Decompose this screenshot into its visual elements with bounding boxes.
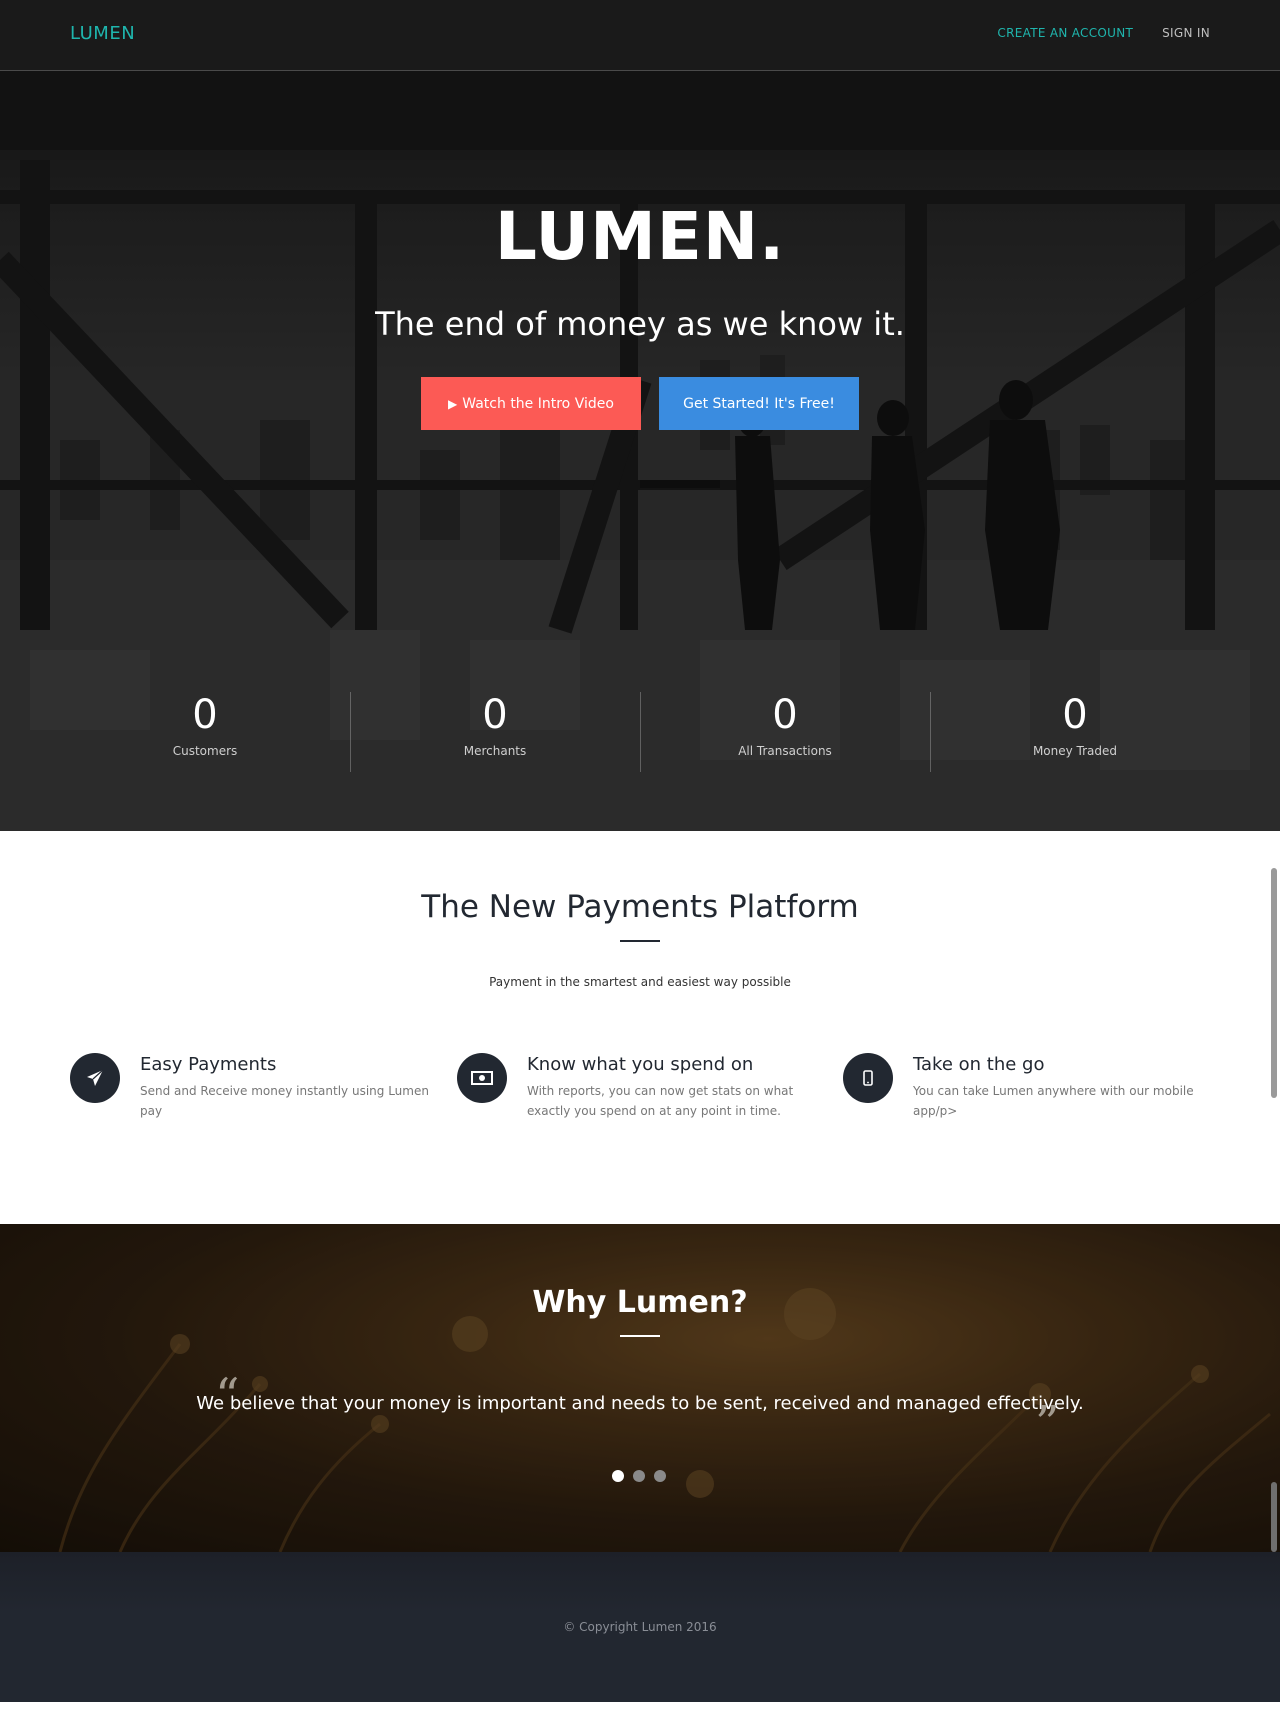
footer: © Copyright Lumen 2016	[0, 1552, 1280, 1702]
stat-value: 0	[482, 692, 508, 738]
hero-buttons: ▶ Watch the Intro Video Get Started! It'…	[421, 377, 859, 430]
close-quote-icon: ”	[1035, 1396, 1060, 1452]
features-title: The New Payments Platform	[421, 889, 859, 925]
title-divider	[620, 940, 660, 942]
feature-description: Send and Receive money instantly using L…	[140, 1084, 429, 1118]
stat-value: 0	[192, 692, 218, 738]
logo[interactable]: LUMEN	[70, 23, 135, 44]
page-scrollbar[interactable]	[1271, 868, 1277, 1098]
mobile-icon	[843, 1053, 893, 1103]
copyright-text: © Copyright Lumen 2016	[563, 1620, 717, 1634]
hero-subtitle: The end of money as we know it.	[375, 305, 905, 343]
carousel-dots	[612, 1470, 666, 1482]
testimonial-quote: We believe that your money is important …	[196, 1393, 1084, 1414]
top-navbar: LUMEN CREATE AN ACCOUNT SIGN IN	[0, 0, 1280, 71]
testimonial-section: Why Lumen? “ We believe that your money …	[0, 1224, 1280, 1552]
feature-description: You can take Lumen anywhere with our mob…	[913, 1084, 1194, 1118]
hero-section: LUMEN. The end of money as we know it. ▶…	[0, 0, 1280, 831]
feature-description: With reports, you can now get stats on w…	[527, 1084, 794, 1118]
stat-label: Money Traded	[1032, 744, 1118, 758]
stat-label: Customers	[172, 744, 238, 758]
watch-intro-video-button[interactable]: ▶ Watch the Intro Video	[421, 377, 641, 430]
hero-title: LUMEN.	[494, 198, 786, 275]
feature-title: Take on the go	[913, 1054, 1045, 1075]
stats-bar: 0 Customers 0 Merchants 0 All Transactio…	[0, 690, 1280, 780]
feature-title: Easy Payments	[140, 1054, 277, 1075]
create-account-link[interactable]: CREATE AN ACCOUNT	[997, 26, 1133, 40]
play-icon: ▶	[448, 396, 458, 411]
title-divider	[620, 1335, 660, 1337]
carousel-dot[interactable]	[612, 1470, 624, 1482]
stat-value: 0	[772, 692, 798, 738]
get-started-label: Get Started! It's Free!	[683, 395, 835, 412]
stat-value: 0	[1062, 692, 1088, 738]
nav-links: CREATE AN ACCOUNT SIGN IN	[997, 26, 1210, 40]
features-section: The New Payments Platform Payment in the…	[0, 831, 1280, 1224]
testimonial-title: Why Lumen?	[532, 1285, 748, 1320]
watch-intro-video-label: Watch the Intro Video	[462, 395, 614, 412]
money-icon	[457, 1053, 507, 1103]
sign-in-link[interactable]: SIGN IN	[1162, 26, 1210, 40]
testimonial-background-image	[0, 1224, 1280, 1552]
stat-money-traded: 0 Money Traded	[930, 690, 1220, 758]
carousel-dot[interactable]	[633, 1470, 645, 1482]
carousel-dot[interactable]	[654, 1470, 666, 1482]
feature-title: Know what you spend on	[527, 1054, 754, 1075]
stat-merchants: 0 Merchants	[350, 690, 640, 758]
stat-label: Merchants	[463, 744, 527, 758]
paper-plane-icon	[70, 1053, 120, 1103]
stat-customers: 0 Customers	[60, 690, 350, 758]
stat-all-transactions: 0 All Transactions	[640, 690, 930, 758]
get-started-button[interactable]: Get Started! It's Free!	[659, 377, 859, 430]
features-subtitle: Payment in the smartest and easiest way …	[489, 975, 791, 989]
page-scrollbar[interactable]	[1271, 1482, 1277, 1552]
stat-label: All Transactions	[738, 744, 832, 758]
